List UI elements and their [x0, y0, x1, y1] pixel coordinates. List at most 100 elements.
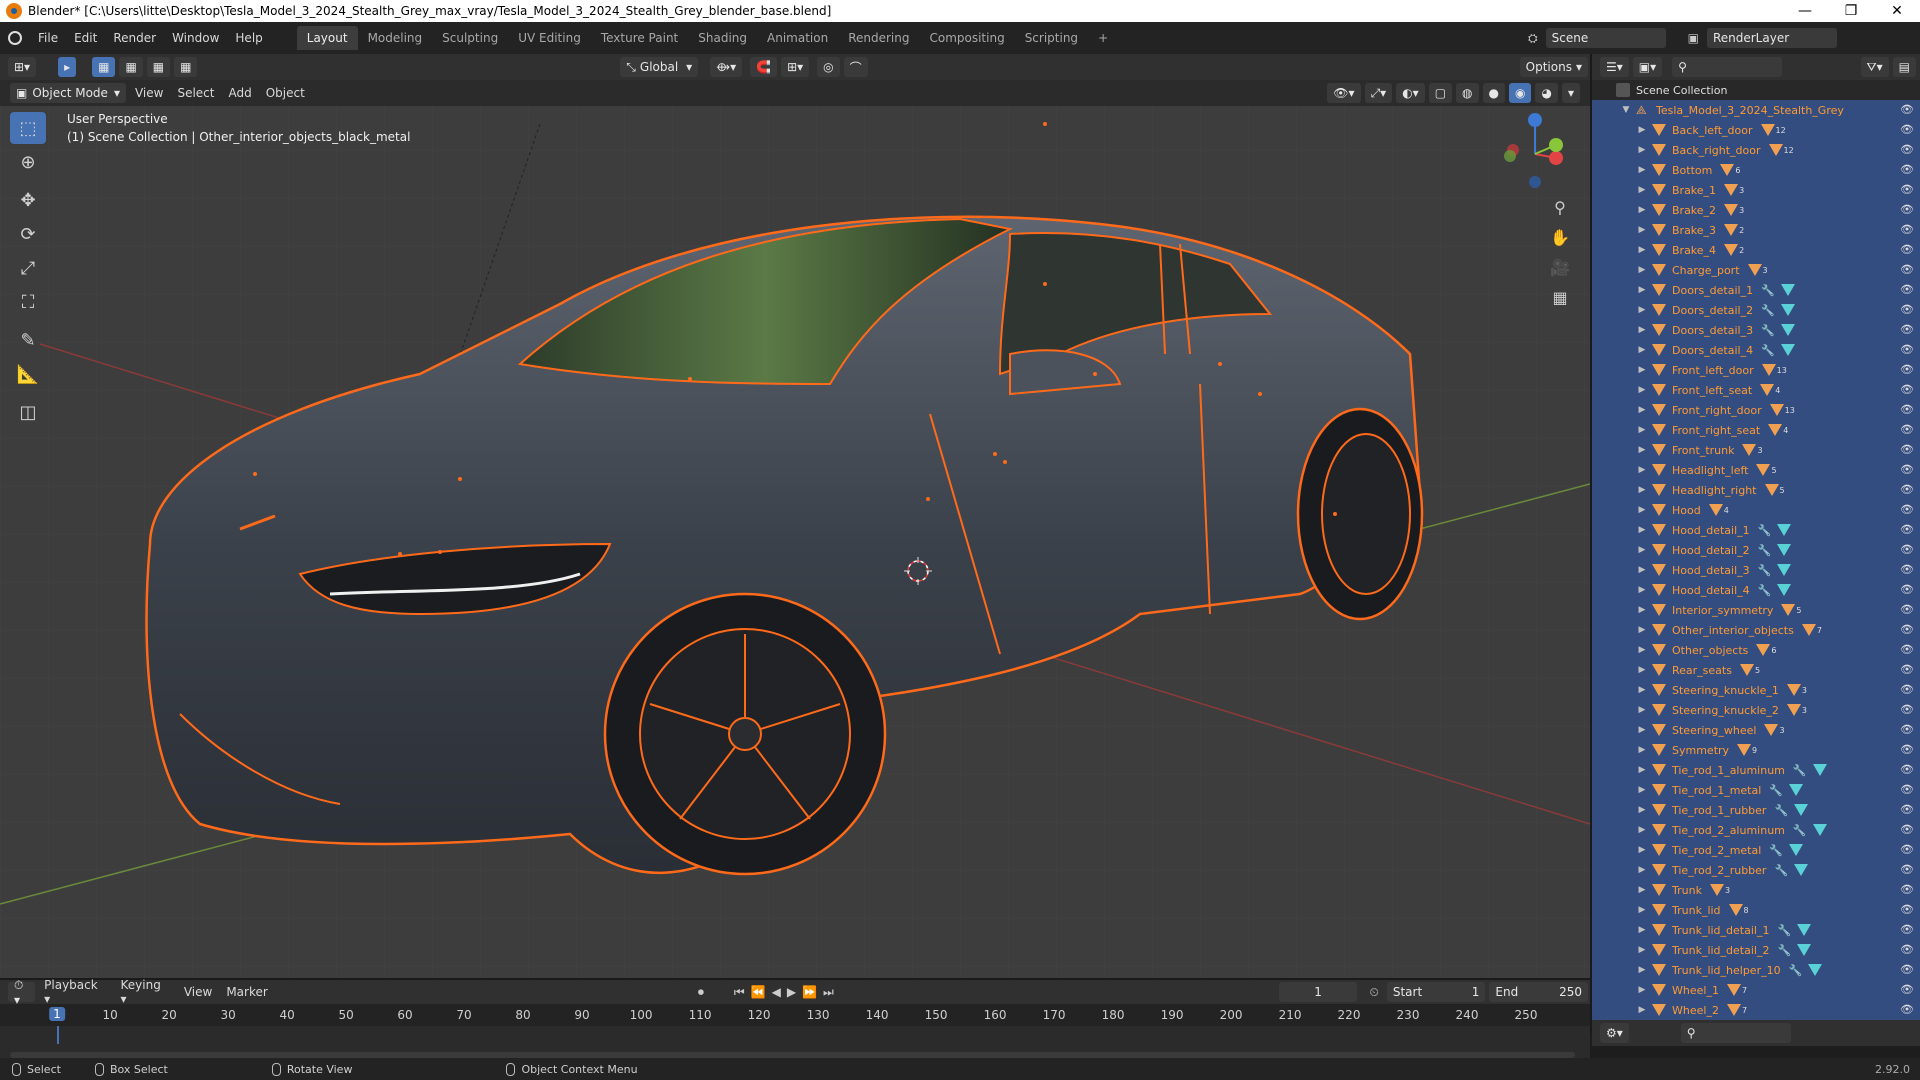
collapse-toggle-icon[interactable]: ▼	[1620, 105, 1632, 115]
tab-layout[interactable]: Layout	[296, 26, 358, 50]
visibility-eye-icon[interactable]: 👁	[1900, 603, 1914, 617]
expand-toggle-icon[interactable]: ▶	[1636, 465, 1648, 475]
visibility-eye-icon[interactable]: 👁	[1900, 343, 1914, 357]
tab-rendering[interactable]: Rendering	[838, 26, 919, 50]
outliner-row[interactable]: ▶ Back_right_door 12 👁	[1592, 140, 1920, 160]
outliner-row[interactable]: ▶ Doors_detail_1 🔧 👁	[1592, 280, 1920, 300]
modifier-wrench-icon[interactable]: 🔧	[1758, 544, 1772, 557]
mesh-data-icon[interactable]	[1709, 884, 1724, 896]
visibility-eye-icon[interactable]: 👁	[1900, 143, 1914, 157]
menu-edit[interactable]: Edit	[66, 31, 105, 45]
visibility-eye-icon[interactable]: 👁	[1900, 163, 1914, 177]
expand-toggle-icon[interactable]: ▶	[1636, 765, 1648, 775]
visibility-eye-icon[interactable]: 👁	[1900, 443, 1914, 457]
outliner-search-input[interactable]: ⚲	[1672, 57, 1783, 77]
modifier-wrench-icon[interactable]: 🔧	[1774, 864, 1788, 877]
visibility-eye-icon[interactable]: 👁	[1900, 983, 1914, 997]
outliner-row[interactable]: ▶ Brake_4 2 👁	[1592, 240, 1920, 260]
annotate-tool-icon[interactable]: ✎	[10, 324, 46, 356]
mesh-data-icon[interactable]	[1769, 404, 1784, 416]
outliner-row[interactable]: ▶ Symmetry 9 👁	[1592, 740, 1920, 760]
menu-window[interactable]: Window	[164, 31, 227, 45]
outliner-row[interactable]: ▶ Front_trunk 3 👁	[1592, 440, 1920, 460]
expand-toggle-icon[interactable]: ▶	[1636, 345, 1648, 355]
expand-toggle-icon[interactable]: ▶	[1636, 225, 1648, 235]
modifier-wrench-icon[interactable]: 🔧	[1789, 964, 1803, 977]
expand-toggle-icon[interactable]: ▶	[1636, 445, 1648, 455]
expand-toggle-icon[interactable]: ▶	[1636, 1005, 1648, 1015]
modifier-wrench-icon[interactable]: 🔧	[1758, 584, 1772, 597]
parent-object-row[interactable]: ▼ ⟁ Tesla_Model_3_2024_Stealth_Grey 👁	[1592, 100, 1920, 120]
maximize-icon[interactable]: ❐	[1828, 0, 1874, 22]
mesh-data-icon[interactable]	[1812, 824, 1827, 836]
mesh-data-icon[interactable]	[1760, 124, 1775, 136]
modifier-wrench-icon[interactable]: 🔧	[1761, 284, 1775, 297]
visibility-eye-icon[interactable]: 👁	[1900, 943, 1914, 957]
outliner-row[interactable]: ▶ Trunk_lid_detail_2 🔧 👁	[1592, 940, 1920, 960]
visibility-eye-icon[interactable]: 👁	[1900, 403, 1914, 417]
outliner-row[interactable]: ▶ Steering_wheel 3 👁	[1592, 720, 1920, 740]
visibility-eye-icon[interactable]: 👁	[1900, 583, 1914, 597]
modifier-wrench-icon[interactable]: 🔧	[1769, 784, 1783, 797]
mesh-data-icon[interactable]	[1764, 484, 1779, 496]
outliner-row[interactable]: ▶ Tie_rod_1_metal 🔧 👁	[1592, 780, 1920, 800]
mesh-data-icon[interactable]	[1797, 924, 1812, 936]
expand-toggle-icon[interactable]: ▶	[1636, 505, 1648, 515]
outliner-row[interactable]: ▶ Other_interior_objects 7 👁	[1592, 620, 1920, 640]
expand-toggle-icon[interactable]: ▶	[1636, 285, 1648, 295]
add-cube-tool-icon[interactable]: ◫	[10, 396, 46, 428]
mesh-data-icon[interactable]	[1724, 224, 1739, 236]
mesh-data-icon[interactable]	[1777, 544, 1792, 556]
outliner-row[interactable]: ▶ Interior_symmetry 5 👁	[1592, 600, 1920, 620]
outliner-row[interactable]: ▶ Brake_1 3 👁	[1592, 180, 1920, 200]
mesh-data-icon[interactable]	[1780, 304, 1795, 316]
visibility-eye-icon[interactable]: 👁	[1900, 223, 1914, 237]
outliner-row[interactable]: ▶ Steering_knuckle_1 3 👁	[1592, 680, 1920, 700]
visibility-eye-icon[interactable]: 👁	[1900, 503, 1914, 517]
outliner-row[interactable]: ▶ Tie_rod_2_metal 🔧 👁	[1592, 840, 1920, 860]
visibility-eye-icon[interactable]: 👁	[1900, 803, 1914, 817]
tab-shading[interactable]: Shading	[688, 26, 757, 50]
measure-tool-icon[interactable]: 📐	[10, 358, 46, 390]
expand-toggle-icon[interactable]: ▶	[1636, 265, 1648, 275]
visibility-eye-icon[interactable]: 👁	[1900, 523, 1914, 537]
outliner-row[interactable]: ▶ Tie_rod_2_rubber 🔧 👁	[1592, 860, 1920, 880]
visibility-eye-icon[interactable]: 👁	[1900, 563, 1914, 577]
outliner-row[interactable]: ▶ Doors_detail_3 🔧 👁	[1592, 320, 1920, 340]
outliner-row[interactable]: ▶ Headlight_left 5 👁	[1592, 460, 1920, 480]
visibility-eye-icon[interactable]: 👁	[1900, 203, 1914, 217]
outliner-row[interactable]: ▶ Other_objects 6 👁	[1592, 640, 1920, 660]
timeline-menu-playback[interactable]: Playback ▾	[37, 978, 113, 1006]
expand-toggle-icon[interactable]: ▶	[1636, 905, 1648, 915]
outliner-row[interactable]: ▶ Doors_detail_2 🔧 👁	[1592, 300, 1920, 320]
expand-toggle-icon[interactable]: ▶	[1636, 685, 1648, 695]
outliner-row[interactable]: ▶ Front_left_door 13 👁	[1592, 360, 1920, 380]
visibility-eye-icon[interactable]: 👁	[1900, 723, 1914, 737]
outliner-row[interactable]: ▶ Tie_rod_1_aluminum 🔧 👁	[1592, 760, 1920, 780]
visibility-eye-icon[interactable]: 👁	[1900, 543, 1914, 557]
expand-toggle-icon[interactable]: ▶	[1636, 525, 1648, 535]
outliner-row[interactable]: ▶ Hood_detail_3 🔧 👁	[1592, 560, 1920, 580]
visibility-eye-icon[interactable]: 👁	[1900, 923, 1914, 937]
outliner-row[interactable]: ▶ Back_left_door 12 👁	[1592, 120, 1920, 140]
mesh-data-icon[interactable]	[1760, 384, 1775, 396]
mesh-data-icon[interactable]	[1768, 144, 1783, 156]
expand-toggle-icon[interactable]: ▶	[1636, 985, 1648, 995]
current-frame-field[interactable]: 1	[1278, 982, 1358, 1002]
visibility-eye-icon[interactable]: 👁	[1900, 703, 1914, 717]
modifier-wrench-icon[interactable]: 🔧	[1758, 524, 1772, 537]
outliner-row[interactable]: ▶ Doors_detail_4 🔧 👁	[1592, 340, 1920, 360]
modifier-wrench-icon[interactable]: 🔧	[1761, 304, 1775, 317]
modifier-wrench-icon[interactable]: 🔧	[1777, 924, 1791, 937]
outliner-row[interactable]: ▶ Tie_rod_1_rubber 🔧 👁	[1592, 800, 1920, 820]
outliner-row[interactable]: ▶ Rear_seats 5 👁	[1592, 660, 1920, 680]
mesh-data-icon[interactable]	[1724, 204, 1739, 216]
mesh-data-icon[interactable]	[1797, 944, 1812, 956]
tab-modeling[interactable]: Modeling	[358, 26, 433, 50]
record-button[interactable]: ⏺	[698, 985, 704, 1000]
mesh-data-icon[interactable]	[1781, 604, 1796, 616]
mesh-data-icon[interactable]	[1724, 184, 1739, 196]
mesh-data-icon[interactable]	[1728, 904, 1743, 916]
outliner-row[interactable]: ▶ Trunk 3 👁	[1592, 880, 1920, 900]
expand-toggle-icon[interactable]: ▶	[1636, 665, 1648, 675]
